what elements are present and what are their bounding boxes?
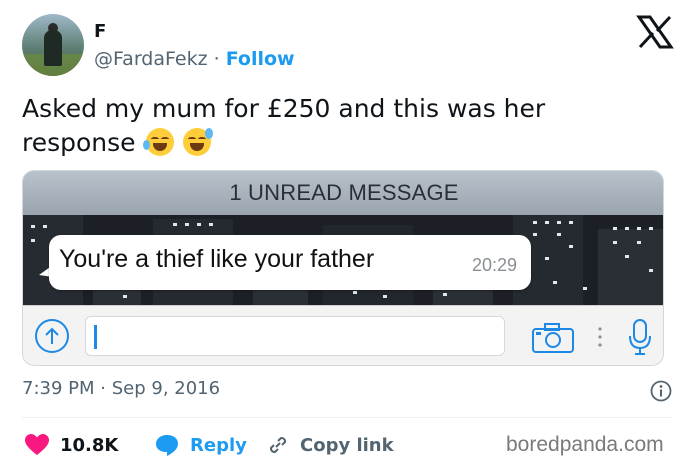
author-handle-row: @FardaFekz · Follow xyxy=(94,48,295,70)
watermark: boredpanda.com xyxy=(506,433,664,456)
message-time: 20:29 xyxy=(471,255,517,275)
tweet-time: 7:39 PM xyxy=(22,378,95,399)
reply-input-bar xyxy=(23,305,663,365)
avatar-figure-body xyxy=(44,30,62,66)
author-handle[interactable]: @FardaFekz xyxy=(94,48,208,70)
more-dots-icon xyxy=(598,327,602,347)
author-display-name[interactable]: F xyxy=(94,21,106,42)
reply-label: Reply xyxy=(190,434,247,456)
follow-button[interactable]: Follow xyxy=(226,48,295,70)
divider xyxy=(22,417,672,418)
message-bubble: You're a thief like your father 20:29 xyxy=(49,235,531,290)
tweet-timestamp[interactable]: 7:39 PM · Sep 9, 2016 xyxy=(22,378,220,399)
like-button[interactable]: 10.8K xyxy=(24,430,118,460)
copy-link-label: Copy link xyxy=(300,434,394,456)
link-icon xyxy=(269,436,287,454)
reply-bubble-icon xyxy=(156,435,178,456)
camera-icon xyxy=(532,323,574,353)
face-with-tears-of-joy-icon xyxy=(142,128,174,156)
copy-link-button[interactable]: Copy link xyxy=(266,430,394,460)
unread-banner: 1 UNREAD MESSAGE xyxy=(23,171,663,215)
grinning-face-with-sweat-icon xyxy=(183,128,214,156)
heart-icon xyxy=(25,434,49,455)
handle-separator: · xyxy=(213,48,220,70)
message-input xyxy=(85,316,505,356)
like-count: 10.8K xyxy=(60,434,119,456)
text-caret xyxy=(94,325,97,349)
avatar[interactable] xyxy=(22,14,84,76)
x-logo-icon[interactable] xyxy=(636,15,674,49)
meta-separator: · xyxy=(100,378,106,399)
info-icon[interactable] xyxy=(650,380,672,402)
message-text: You're a thief like your father xyxy=(59,245,375,273)
tweet-date: Sep 9, 2016 xyxy=(111,378,221,399)
tweet-image[interactable]: 1 UNREAD MESSAGE You're a thief like you… xyxy=(22,170,664,366)
tweet-body: Asked my mum for £250 and this was her r… xyxy=(22,94,546,157)
reply-button[interactable]: Reply xyxy=(154,430,247,460)
tweet-text: Asked my mum for £250 and this was her r… xyxy=(22,92,662,160)
microphone-icon xyxy=(629,319,651,355)
send-arrow-icon xyxy=(35,319,69,353)
